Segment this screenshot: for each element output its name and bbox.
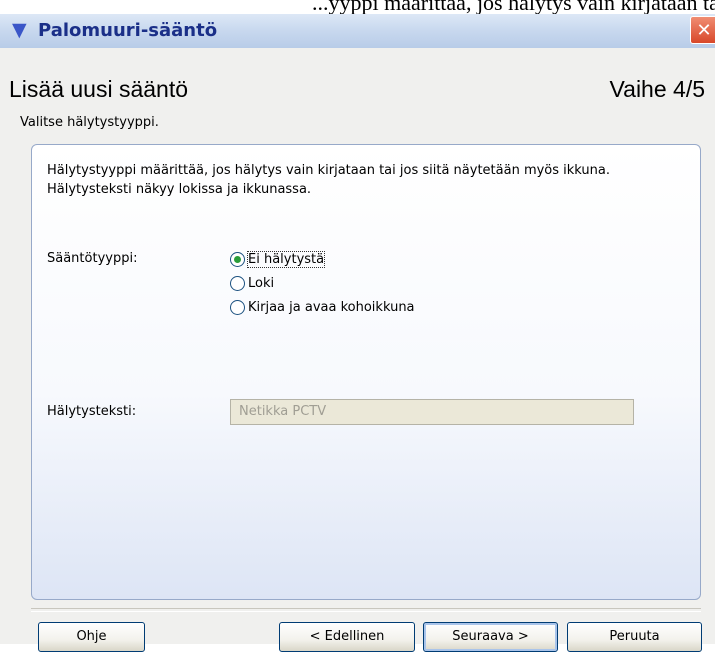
rule-type-label: Sääntötyyppi: [47,251,138,266]
page-title: Lisää uusi sääntö [9,76,189,102]
title-bar: ▼ Palomuuri-sääntö ✕ [0,14,715,49]
description-text: Hälytystyyppi määrittää, jos hälytys vai… [47,163,610,197]
radio-label: Ei hälytystä [246,250,326,268]
help-button[interactable]: Ohje [38,622,145,652]
page-subtitle: Valitse hälytystyyppi. [20,115,159,130]
alert-text-field[interactable]: Netikka PCTV [230,399,634,425]
radio-label: Kirjaa ja avaa kohoikkuna [248,299,415,315]
firewall-shield-icon: ▼ [12,19,27,41]
radio-option-no-alert[interactable]: Ei hälytystä [230,249,326,269]
radio-icon[interactable] [230,251,245,267]
divider [31,608,701,612]
wizard-body: Lisää uusi sääntö Vaihe 4/5 Valitse häly… [0,48,715,652]
radio-label: Loki [248,275,275,291]
radio-icon[interactable] [230,275,245,291]
alert-text-label: Hälytysteksti: [47,404,137,419]
radio-option-log[interactable]: Loki [230,273,274,293]
back-button[interactable]: < Edellinen [279,622,415,652]
close-button[interactable]: ✕ [690,16,715,44]
radio-option-log-and-popup[interactable]: Kirjaa ja avaa kohoikkuna [230,297,415,317]
window-title: Palomuuri-sääntö [38,20,218,41]
next-button[interactable]: Seuraava > [423,622,558,652]
content-panel: Hälytystyyppi määrittää, jos hälytys vai… [31,144,701,600]
step-indicator: Vaihe 4/5 [609,76,705,102]
cancel-button[interactable]: Peruuta [567,622,702,652]
close-icon: ✕ [696,20,712,41]
radio-icon[interactable] [230,299,245,315]
